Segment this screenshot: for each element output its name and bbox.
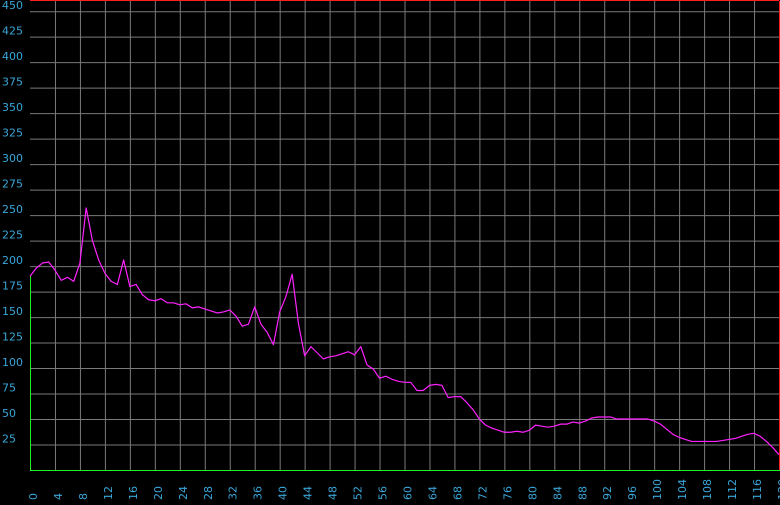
x-tick-label: 52 — [352, 486, 365, 500]
x-tick-label: 72 — [476, 486, 489, 500]
y-tick-label: 300 — [2, 152, 23, 165]
y-tick-label: 75 — [2, 382, 16, 395]
x-tick-label: 108 — [701, 479, 714, 500]
x-tick-label: 64 — [426, 486, 439, 500]
y-tick-label: 450 — [2, 0, 23, 12]
line-chart: 2550751001251501752002252502753003253503… — [0, 0, 780, 505]
x-tick-label: 60 — [402, 486, 415, 500]
y-tick-label: 375 — [2, 76, 23, 89]
x-tick-label: 56 — [377, 486, 390, 500]
y-tick-label: 350 — [2, 101, 23, 114]
x-tick-label: 68 — [451, 486, 464, 500]
x-tick-label: 104 — [676, 479, 689, 500]
x-tick-label: 24 — [177, 486, 190, 500]
plot-background — [0, 0, 780, 505]
y-tick-label: 275 — [2, 178, 23, 191]
x-tick-label: 84 — [551, 486, 564, 500]
y-tick-label: 200 — [2, 254, 23, 267]
x-tick-label: 0 — [27, 493, 40, 500]
x-tick-label: 76 — [501, 486, 514, 500]
x-tick-label: 80 — [526, 486, 539, 500]
x-tick-label: 48 — [327, 486, 340, 500]
x-tick-label: 8 — [77, 493, 90, 500]
y-tick-label: 175 — [2, 280, 23, 293]
x-tick-label: 44 — [302, 486, 315, 500]
x-tick-label: 88 — [576, 486, 589, 500]
x-tick-label: 20 — [152, 486, 165, 500]
x-tick-label: 16 — [127, 486, 140, 500]
y-tick-label: 25 — [2, 433, 16, 446]
y-tick-label: 150 — [2, 305, 23, 318]
x-tick-label: 100 — [651, 479, 664, 500]
y-tick-label: 50 — [2, 407, 16, 420]
y-tick-label: 225 — [2, 229, 23, 242]
x-tick-label: 36 — [252, 486, 265, 500]
x-tick-label: 116 — [751, 479, 764, 500]
y-tick-label: 425 — [2, 25, 23, 38]
y-tick-label: 400 — [2, 50, 23, 63]
x-tick-label: 96 — [626, 486, 639, 500]
y-tick-label: 100 — [2, 356, 23, 369]
y-tick-label: 325 — [2, 127, 23, 140]
x-tick-label: 112 — [726, 479, 739, 500]
y-tick-label: 250 — [2, 203, 23, 216]
x-tick-label: 40 — [277, 486, 290, 500]
x-tick-label: 120 — [776, 479, 780, 500]
x-tick-label: 4 — [52, 493, 65, 500]
x-tick-label: 32 — [227, 486, 240, 500]
x-tick-label: 28 — [202, 486, 215, 500]
y-tick-label: 125 — [2, 331, 23, 344]
x-tick-label: 12 — [102, 486, 115, 500]
x-tick-label: 92 — [601, 486, 614, 500]
